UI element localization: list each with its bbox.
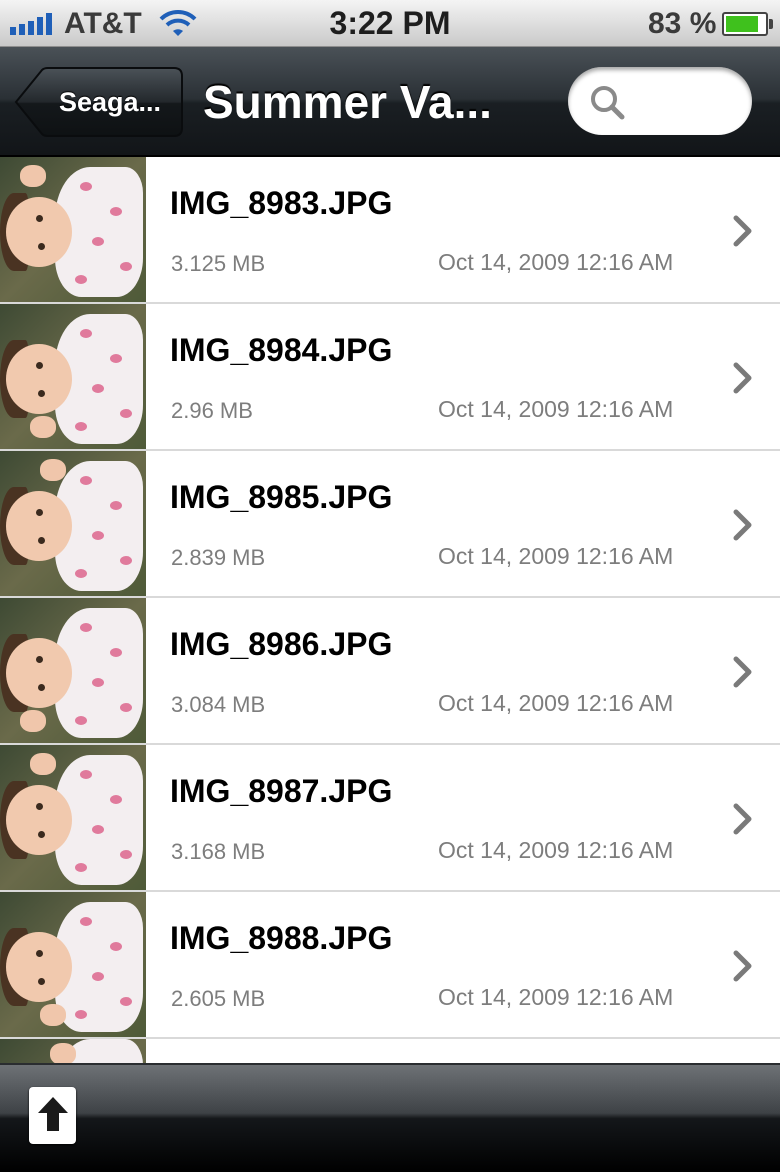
file-size: 2.605 MB xyxy=(171,986,266,1011)
file-name: IMG_8988.JPG xyxy=(170,920,393,956)
navigation-bar: Seaga... Summer Va... xyxy=(0,47,780,157)
back-button[interactable]: Seaga... xyxy=(14,67,184,137)
page-title: Summer Va... xyxy=(203,76,492,128)
file-name: IMG_8985.JPG xyxy=(170,479,393,515)
photo-thumbnail xyxy=(0,451,146,596)
chevron-right-icon xyxy=(733,803,752,835)
file-size: 2.839 MB xyxy=(171,545,266,570)
chevron-right-icon xyxy=(733,509,752,541)
file-date: Oct 14, 2009 12:16 AM xyxy=(438,543,674,569)
file-row[interactable]: IMG_8986.JPG 3.084 MB Oct 14, 2009 12:16 A… xyxy=(0,598,780,745)
photo-thumbnail xyxy=(0,598,146,743)
search-field[interactable] xyxy=(568,67,752,135)
file-row[interactable]: IMG_8985.JPG 2.839 MB Oct 14, 2009 12:16 A… xyxy=(0,451,780,598)
file-list: IMG_8983.JPG 3.125 MB Oct 14, 2009 12:16 A… xyxy=(0,157,780,1065)
battery-fill xyxy=(726,16,758,32)
file-row[interactable]: IMG_8983.JPG 3.125 MB Oct 14, 2009 12:16 A… xyxy=(0,157,780,304)
upload-arrow-icon xyxy=(38,1097,68,1131)
photo-thumbnail xyxy=(0,304,146,449)
file-row[interactable]: IMG_8988.JPG 2.605 MB Oct 14, 2009 12:16 A… xyxy=(0,892,780,1039)
file-size: 2.96 MB xyxy=(171,398,253,423)
photo-thumbnail xyxy=(0,892,146,1037)
file-date: Oct 14, 2009 12:16 AM xyxy=(438,690,674,716)
chevron-right-icon xyxy=(733,656,752,688)
photo-thumbnail xyxy=(0,1039,146,1065)
upload-button[interactable] xyxy=(29,1087,76,1144)
file-row[interactable]: IMG_8984.JPG 2.96 MB Oct 14, 2009 12:16 AM xyxy=(0,304,780,451)
file-size: 3.084 MB xyxy=(171,692,266,717)
file-name: IMG_8984.JPG xyxy=(170,332,393,368)
file-name: IMG_8983.JPG xyxy=(170,185,393,221)
bottom-toolbar xyxy=(0,1063,780,1172)
file-date: Oct 14, 2009 12:16 AM xyxy=(438,837,674,863)
battery-percent: 83 % xyxy=(648,7,717,40)
file-row-partial[interactable] xyxy=(0,1039,780,1065)
file-row[interactable]: IMG_8987.JPG 3.168 MB Oct 14, 2009 12:16 A… xyxy=(0,745,780,892)
photo-thumbnail xyxy=(0,745,146,890)
file-date: Oct 14, 2009 12:16 AM xyxy=(438,249,674,275)
file-name: IMG_8987.JPG xyxy=(170,773,393,809)
file-date: Oct 14, 2009 12:16 AM xyxy=(438,984,674,1010)
back-button-label: Seaga... xyxy=(58,87,162,117)
battery-icon xyxy=(722,12,773,36)
chevron-right-icon xyxy=(733,950,752,982)
file-size: 3.125 MB xyxy=(171,251,266,276)
file-size: 3.168 MB xyxy=(171,839,266,864)
file-date: Oct 14, 2009 12:16 AM xyxy=(438,396,674,422)
photo-thumbnail xyxy=(0,157,146,302)
search-icon xyxy=(588,83,628,128)
file-name: IMG_8986.JPG xyxy=(170,626,393,662)
chevron-right-icon xyxy=(733,362,752,394)
chevron-right-icon xyxy=(733,215,752,247)
status-bar: AT&T 3:22 PM 83 % xyxy=(0,0,780,47)
